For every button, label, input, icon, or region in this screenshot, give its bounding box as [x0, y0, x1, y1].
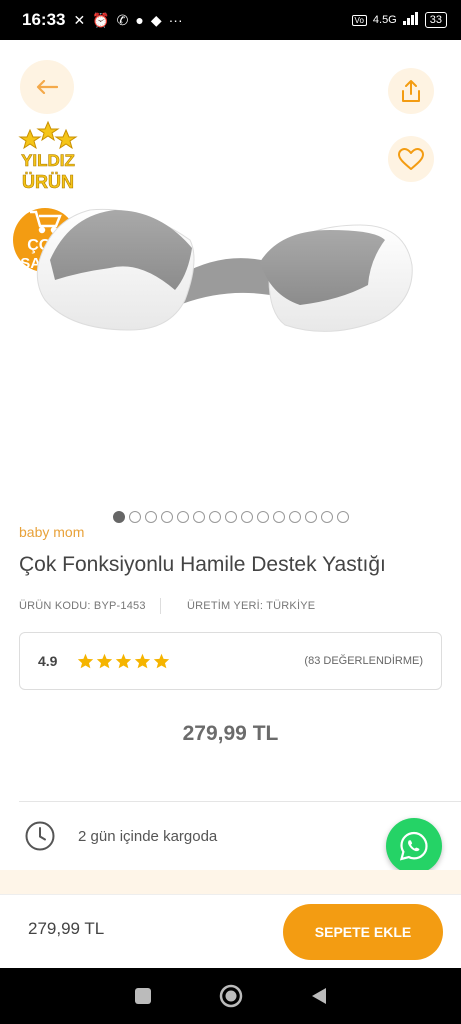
promo-strip [0, 870, 461, 894]
recents-icon[interactable] [134, 987, 152, 1005]
carousel-dot[interactable] [289, 511, 301, 523]
product-brand[interactable]: baby mom [19, 524, 84, 540]
carousel-indicator [113, 511, 349, 523]
system-nav-bar [0, 968, 461, 1024]
chat-icon: ● [135, 12, 144, 28]
volte-icon: Vo [351, 14, 367, 26]
product-gallery[interactable]: YILDIZ ÜRÜN ÇOK SATAN [0, 40, 461, 523]
product-image[interactable] [30, 180, 420, 370]
carousel-dot[interactable] [321, 511, 333, 523]
arrow-left-icon [36, 80, 58, 94]
bottom-price: 279,99 TL [28, 919, 105, 938]
carousel-dot[interactable] [241, 511, 253, 523]
carousel-dot[interactable] [193, 511, 205, 523]
carousel-dot[interactable] [225, 511, 237, 523]
status-right: Vo 4.5G 33 [351, 12, 447, 28]
heart-icon [398, 148, 424, 170]
carousel-dot[interactable] [145, 511, 157, 523]
more-notifications-icon: ··· [168, 12, 183, 28]
status-left: 16:33 ✕ ⏰ ✆ ● ◆ ··· [22, 10, 183, 30]
product-origin: ÜRETİM YERİ: TÜRKİYE [187, 600, 316, 612]
carousel-dot[interactable] [337, 511, 349, 523]
share-icon [402, 80, 420, 102]
carousel-dot[interactable] [273, 511, 285, 523]
section-divider [19, 801, 461, 802]
status-time: 16:33 [22, 10, 66, 29]
home-icon[interactable] [219, 984, 243, 1008]
shipping-info: 2 gün içinde kargoda [24, 820, 217, 852]
product-code: ÜRÜN KODU: BYP-1453 [19, 600, 146, 612]
clock-icon [25, 821, 55, 851]
star-icon [78, 653, 94, 669]
back-nav-icon[interactable] [310, 986, 328, 1006]
star-icon [154, 653, 170, 669]
carousel-dot[interactable] [257, 511, 269, 523]
rating-stars [77, 653, 170, 669]
battery-icon: 33 [424, 12, 447, 28]
star-badge-line1: YILDIZ [21, 151, 75, 170]
carousel-dot[interactable] [161, 511, 173, 523]
carousel-dot[interactable] [305, 511, 317, 523]
share-button[interactable] [388, 68, 434, 114]
rating-count: (83 DEĞERLENDİRME) [304, 655, 423, 667]
favorite-button[interactable] [388, 136, 434, 182]
star-icon [97, 653, 113, 669]
product-title: Çok Fonksiyonlu Hamile Destek Yastığı [19, 553, 386, 576]
alarm-icon: ⏰ [92, 11, 110, 28]
signal-icon [402, 12, 419, 28]
carousel-dot[interactable] [177, 511, 189, 523]
network-label: 4.5G [372, 14, 397, 26]
meta-divider [160, 598, 161, 614]
rating-score: 4.9 [38, 653, 58, 669]
bottom-action-bar: 279,99 TL SEPETE EKLE [0, 894, 461, 968]
notification-icons: ✕ ⏰ ✆ ● ◆ ··· [73, 12, 182, 29]
whatsapp-icon [399, 831, 428, 861]
carousel-dot[interactable] [209, 511, 221, 523]
shipping-text: 2 gün içinde kargoda [78, 827, 218, 845]
product-price: 279,99 TL [182, 722, 279, 745]
app-icon: ◆ [150, 11, 162, 28]
add-to-cart-button[interactable]: SEPETE EKLE [283, 904, 443, 960]
carousel-dot[interactable] [129, 511, 141, 523]
call-icon: ✆ [116, 11, 129, 28]
star-icon [116, 653, 132, 669]
back-button[interactable] [20, 60, 74, 114]
whatsapp-button[interactable] [386, 818, 442, 874]
star-icon [135, 653, 151, 669]
status-bar: 16:33 ✕ ⏰ ✆ ● ◆ ··· Vo 4.5G 33 [0, 0, 461, 40]
mute-icon: ✕ [73, 11, 86, 28]
carousel-dot[interactable] [113, 511, 125, 523]
rating-summary[interactable]: 4.9 (83 DEĞERLENDİRME) [19, 632, 442, 690]
